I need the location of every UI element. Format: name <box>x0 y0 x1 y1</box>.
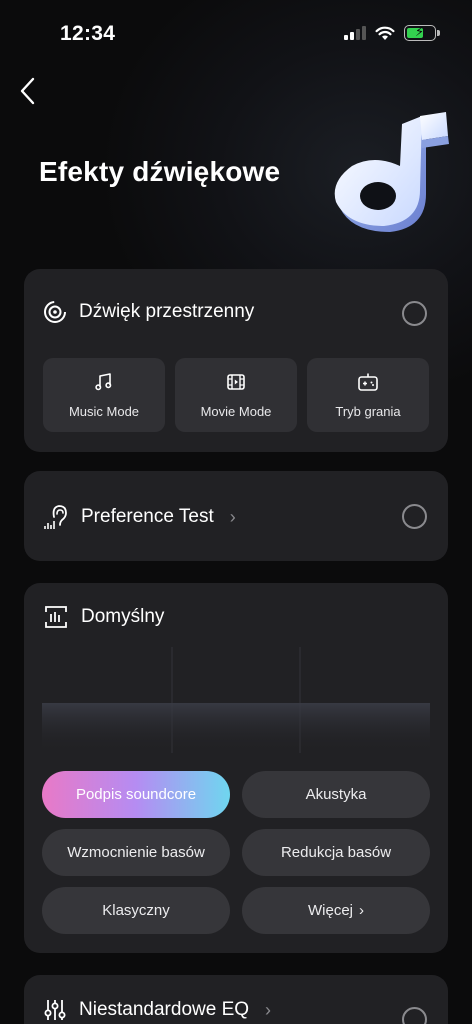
game-mode-label: Tryb grania <box>335 403 401 419</box>
preset-more-label: Więcej <box>307 902 353 919</box>
cellular-signal-icon <box>344 26 366 40</box>
preset-bass-boost-button[interactable]: Wzmocnienie basów <box>42 829 230 876</box>
eq-preset-grid: Podpis soundcore Akustyka Wzmocnienie ba… <box>42 771 430 934</box>
eq-preset-header: Domyślny <box>43 604 164 630</box>
ear-test-icon <box>44 505 67 529</box>
battery-icon: ⚡ <box>404 24 440 41</box>
preference-test-radio[interactable] <box>402 504 427 529</box>
preset-acoustic-button[interactable]: Akustyka <box>242 771 430 818</box>
preference-test-link[interactable]: Preference Test › <box>43 503 236 531</box>
spatial-sound-icon <box>44 301 66 323</box>
back-button[interactable] <box>16 74 46 108</box>
gamepad-icon <box>358 373 378 391</box>
preference-test-card: Preference Test › <box>24 471 448 561</box>
page-title: Efekty dźwiękowe <box>39 156 281 187</box>
custom-eq-label: Niestandardowe EQ <box>79 999 250 1020</box>
movie-mode-button[interactable]: Movie Mode <box>175 358 297 432</box>
spatial-modes: Music Mode Movie Mode Tryb grania <box>43 358 429 432</box>
preset-more-button[interactable]: Więcej › <box>242 887 430 934</box>
status-icons: ⚡ <box>344 24 440 41</box>
sound-note-illustration <box>334 112 449 232</box>
film-icon <box>227 373 245 390</box>
music-note-icon <box>95 372 112 390</box>
custom-eq-card: Niestandardowe EQ › <box>24 975 448 1024</box>
chevron-left-icon <box>20 77 35 105</box>
music-mode-button[interactable]: Music Mode <box>43 358 165 432</box>
sound-effects-screen: 12:34 ⚡ Efekty dźwiękowe Dźwięk przestrz… <box>0 0 472 1024</box>
preference-test-label: Preference Test <box>81 506 214 527</box>
chevron-right-icon: › <box>265 999 272 1020</box>
preset-classical-button[interactable]: Klasyczny <box>42 887 230 934</box>
chevron-right-icon: › <box>229 506 236 527</box>
wifi-icon <box>375 26 395 40</box>
equalizer-icon <box>45 606 67 628</box>
chevron-right-icon: › <box>359 902 364 919</box>
spatial-sound-header[interactable]: Dźwięk przestrzenny <box>43 300 254 324</box>
eq-preset-card: Domyślny Podpis soundcore Akustyka Wzmoc… <box>24 583 448 953</box>
spatial-sound-radio[interactable] <box>402 301 427 326</box>
sliders-icon <box>44 1000 66 1020</box>
spatial-sound-card: Dźwięk przestrzenny Music Mode Movie Mod… <box>24 269 448 452</box>
movie-mode-label: Movie Mode <box>200 403 272 419</box>
preset-bass-reducer-button[interactable]: Redukcja basów <box>242 829 430 876</box>
custom-eq-link[interactable]: Niestandardowe EQ › <box>43 997 271 1023</box>
preset-signature-button[interactable]: Podpis soundcore <box>42 771 230 818</box>
custom-eq-radio[interactable] <box>402 1007 427 1024</box>
spatial-sound-label: Dźwięk przestrzenny <box>79 301 255 322</box>
status-time: 12:34 <box>60 22 116 45</box>
music-mode-label: Music Mode <box>68 403 140 419</box>
eq-curve-graph <box>42 647 430 753</box>
eq-preset-label: Domyślny <box>81 606 165 627</box>
game-mode-button[interactable]: Tryb grania <box>307 358 429 432</box>
